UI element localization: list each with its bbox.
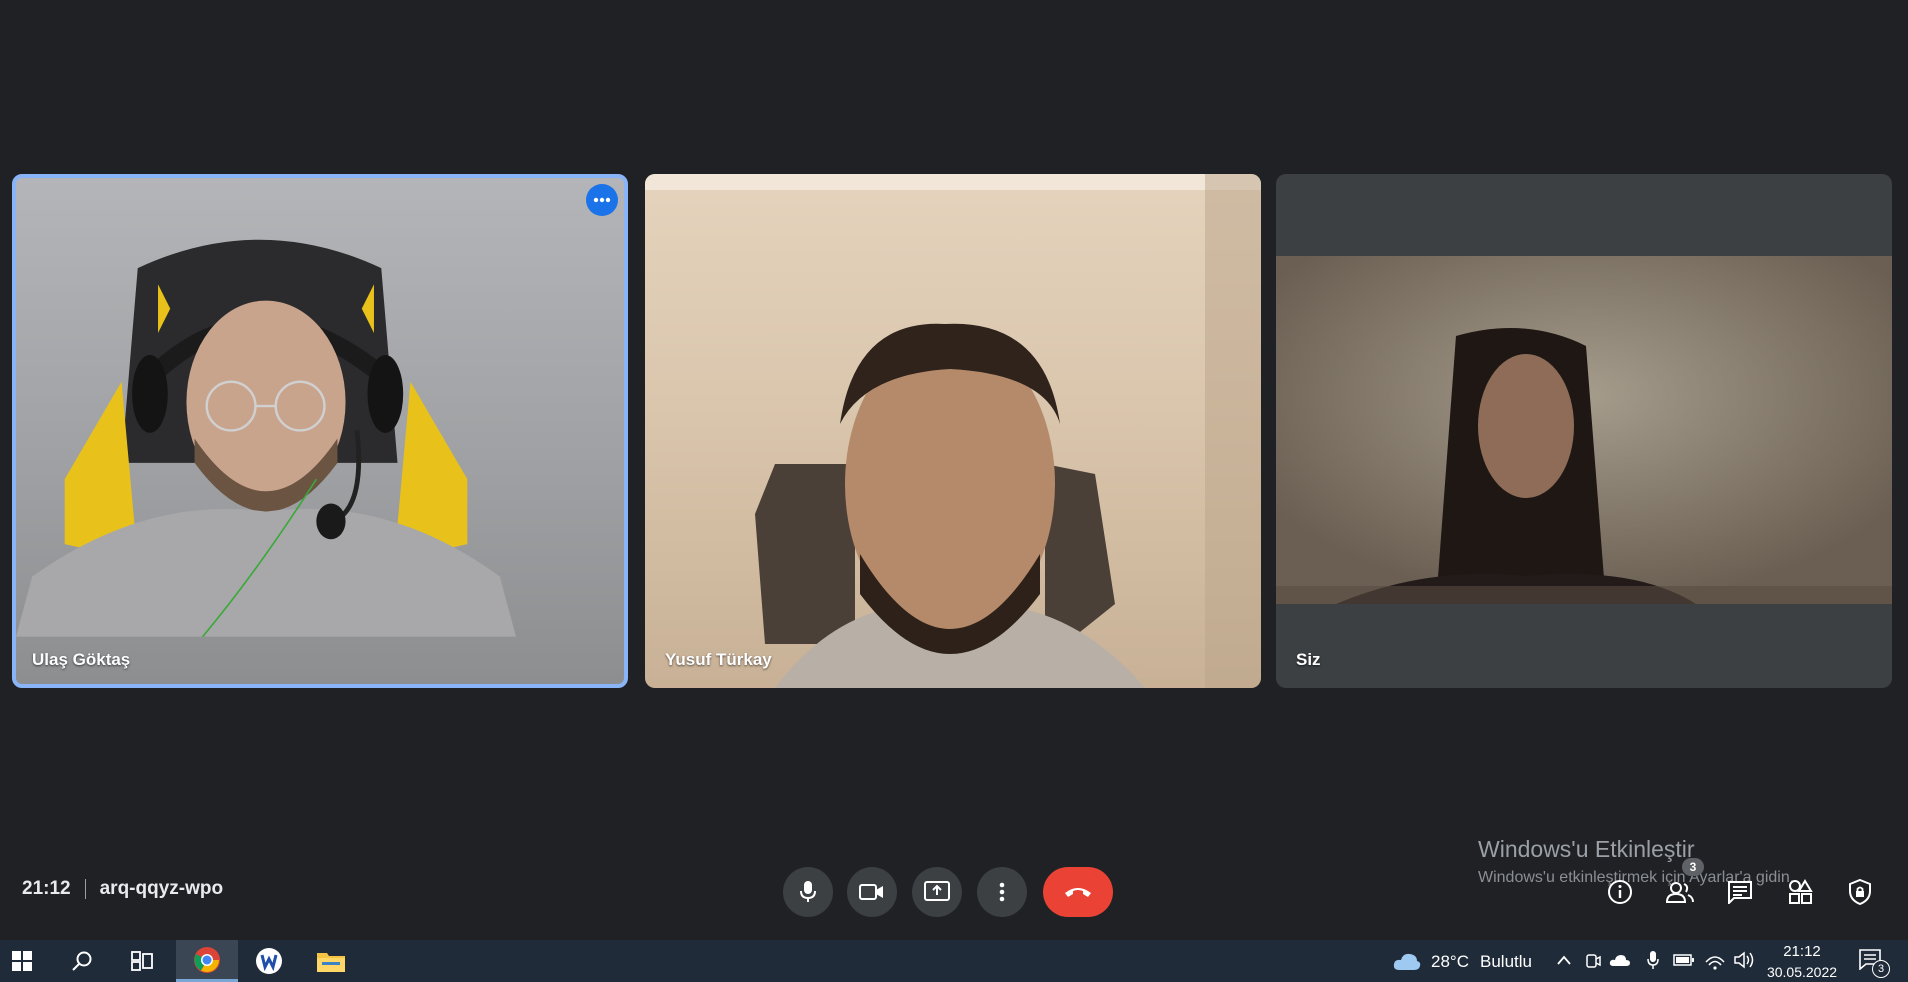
info-icon [1608,880,1632,904]
app-icon [256,948,282,974]
wifi-icon[interactable] [1704,950,1726,970]
taskbar-search-button[interactable] [54,940,110,982]
participant-video-yusuf [645,174,1261,688]
present-screen-button[interactable] [912,867,962,917]
windows-taskbar: 28°C Bulutlu 21:12 30.05.2022 3 [0,940,1908,982]
windows-logo-icon [12,951,32,971]
end-call-icon [1065,888,1091,897]
chat-button[interactable] [1720,872,1760,912]
taskbar-chrome[interactable] [176,940,238,982]
chevron-up-icon[interactable] [1556,954,1572,966]
microphone-icon [800,881,816,902]
more-vertical-icon [999,882,1005,902]
onedrive-icon[interactable] [1609,953,1631,967]
host-controls-button[interactable] [1840,872,1880,912]
activities-icon [1789,879,1813,904]
chat-icon [1728,881,1752,904]
participant-name: Ulaş Göktaş [32,650,131,669]
participant-tile-self[interactable]: Siz [1276,174,1892,688]
camera-icon [859,884,883,900]
meeting-time: 21:12 [22,878,71,899]
taskbar-app[interactable] [238,940,300,982]
self-video-frame [1276,256,1892,604]
camera-button[interactable] [847,867,897,917]
taskbar-file-explorer[interactable] [300,940,362,982]
activities-button[interactable] [1780,872,1820,912]
meeting-details-button[interactable] [1600,872,1640,912]
weather-temperature[interactable]: 28°C [1431,952,1469,972]
participant-video-self [1276,256,1892,604]
start-button[interactable] [0,940,44,982]
participant-name: Siz [1296,650,1321,669]
taskbar-date: 30.05.2022 [1766,964,1838,980]
participant-video-ulas [16,239,516,638]
divider [84,879,86,899]
folder-icon [317,953,345,972]
battery-icon[interactable] [1673,953,1695,967]
meeting-info: 21:12 arq-qqyz-wpo [22,878,223,900]
activation-watermark-title: Windows'u Etkinleştir [1478,836,1695,862]
more-horizontal-icon [593,197,611,203]
end-call-button[interactable] [1043,867,1113,917]
task-view-icon [131,951,153,971]
notification-count: 3 [1872,960,1890,978]
weather-cloud-icon [1393,953,1421,970]
notification-center-button[interactable]: 3 [1858,948,1892,978]
meeting-code: arq-qqyz-wpo [99,878,224,899]
chrome-icon [194,946,220,973]
task-view-button[interactable] [114,940,170,982]
weather-description[interactable]: Bulutlu [1480,952,1532,972]
participant-tile-ulas[interactable]: Ulaş Göktaş [12,174,628,688]
search-icon [72,951,92,971]
microphone-tray-icon[interactable] [1646,950,1660,970]
shield-lock-icon [1849,878,1871,906]
people-button[interactable] [1660,872,1700,912]
participant-name: Yusuf Türkay [665,650,772,669]
present-screen-icon [924,881,950,901]
people-icon [1665,882,1694,903]
meet-tray-icon[interactable] [1584,952,1602,970]
taskbar-clock[interactable]: 21:12 30.05.2022 [1760,943,1844,980]
taskbar-time: 21:12 [1783,943,1821,960]
microphone-button[interactable] [783,867,833,917]
volume-icon[interactable] [1733,950,1757,970]
tile-more-options-button[interactable] [586,184,618,216]
more-options-button[interactable] [977,867,1027,917]
participant-tile-yusuf[interactable]: Yusuf Türkay [645,174,1261,688]
